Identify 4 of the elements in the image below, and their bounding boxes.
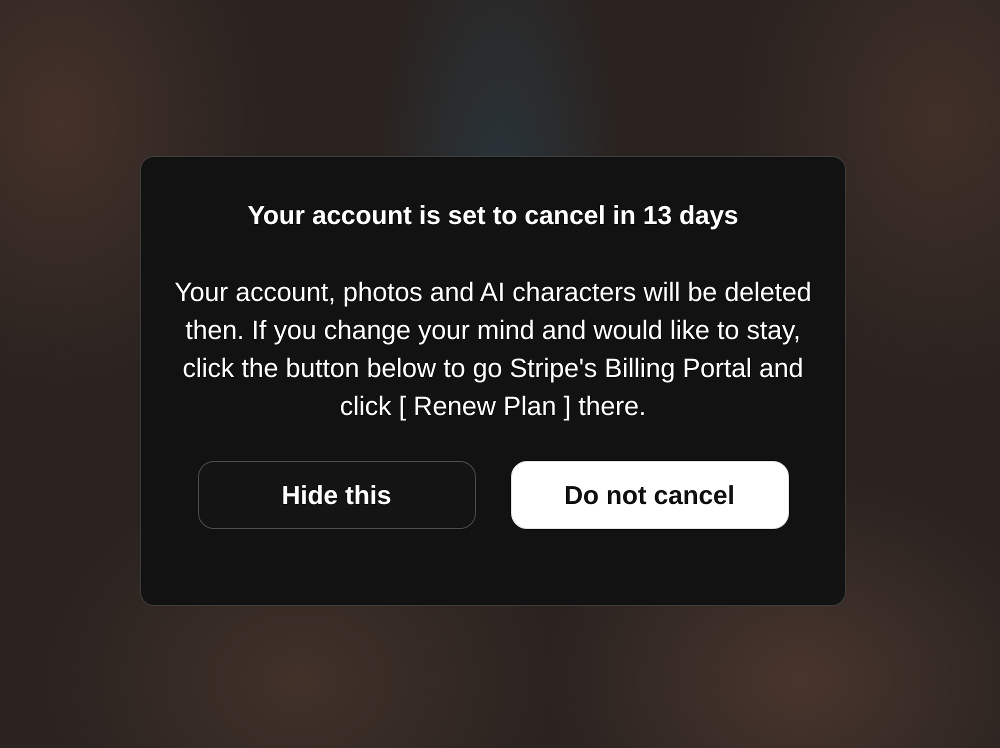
confirm-button[interactable]: Do not cancel [510, 461, 788, 529]
dialog-message: Your account, photos and AI characters will be deleted then. If you change your mind and would like to stay, click the button below to go Stripe's Billing Portal and click [ Renew Plan ] there. [174, 276, 812, 423]
dialog-title: Your account is set to cancel in 13 days [248, 199, 738, 231]
dismiss-button[interactable]: Hide this [198, 461, 476, 529]
